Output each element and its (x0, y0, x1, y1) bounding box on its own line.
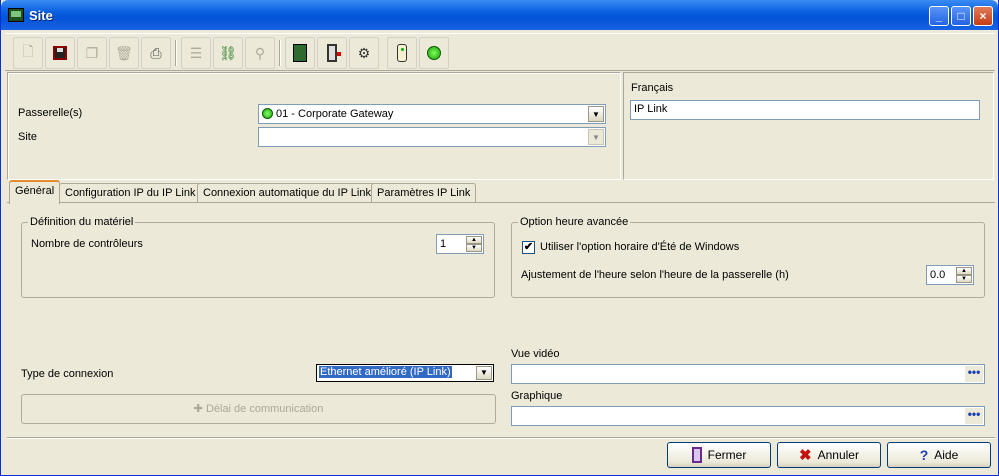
time-option-legend: Option heure avancée (518, 216, 631, 228)
cancel-icon: ✖ (799, 447, 812, 464)
gateway-label: Passerelle(s) (18, 107, 83, 119)
toolbar-separator (175, 40, 177, 66)
maximize-button[interactable]: □ (951, 6, 971, 26)
save-icon[interactable] (45, 37, 75, 69)
hardware-groupbox: Définition du matériel Nombre de contrôl… (21, 216, 495, 298)
cancel-button[interactable]: ✖ Annuler (777, 442, 881, 468)
increment-button[interactable]: ▲ (956, 267, 972, 275)
tab-auto-connection[interactable]: Connexion automatique du IP Link (197, 183, 377, 203)
decrement-button[interactable]: ▼ (466, 244, 482, 252)
help-button-label: Aide (934, 448, 959, 462)
connection-type-select[interactable]: Ethernet amélioré (IP Link) ▼ (316, 364, 494, 382)
time-adjust-stepper[interactable]: 0.0 ▲ ▼ (926, 265, 974, 285)
reader-icon[interactable] (387, 37, 417, 69)
delete-icon[interactable]: 🗑 (109, 37, 139, 69)
video-view-label: Vue vidéo (511, 348, 560, 360)
graphic-field[interactable]: ••• (511, 406, 985, 426)
door-icon[interactable] (317, 37, 347, 69)
close-button-label: Fermer (707, 448, 747, 462)
site-window: Site _ □ × 🗋 ❐ 🗑 ⎙ ☰ ⛓ ⚲ ⚙ Passerelle(s)… (0, 0, 999, 476)
site-details-panel: Passerelle(s) 01 - Corporate Gateway ▼ S… (7, 72, 621, 180)
help-icon: ? (919, 447, 929, 463)
list-icon[interactable]: ☰ (181, 37, 211, 69)
app-icon (8, 8, 24, 22)
communication-delay-label: Délai de communication (205, 403, 324, 415)
language-panel: Français IP Link (623, 72, 994, 180)
minimize-button[interactable]: _ (929, 6, 949, 26)
browse-graphic-button[interactable]: ••• (965, 408, 983, 424)
new-icon[interactable]: 🗋 (13, 37, 43, 69)
connection-type-label: Type de connexion (21, 368, 114, 380)
status-icon[interactable] (419, 37, 449, 69)
site-select[interactable]: ▼ (258, 127, 606, 147)
controller-icon[interactable] (285, 37, 315, 69)
controllers-value: 1 (440, 238, 447, 250)
browse-video-button[interactable]: ••• (965, 366, 983, 382)
window-title: Site (29, 8, 53, 23)
time-option-groupbox: Option heure avancée ✔ Utiliser l'option… (511, 216, 985, 298)
toolbar: 🗋 ❐ 🗑 ⎙ ☰ ⛓ ⚲ ⚙ (5, 33, 995, 71)
title-bar[interactable]: Site _ □ × (1, 0, 998, 30)
tab-general[interactable]: Général (9, 180, 61, 204)
chevron-down-icon[interactable]: ▼ (476, 366, 492, 380)
site-label: Site (18, 131, 37, 143)
connection-type-value: Ethernet amélioré (IP Link) (319, 366, 452, 378)
link-icon[interactable]: ⛓ (213, 37, 243, 69)
dst-checkbox[interactable]: ✔ (522, 241, 535, 254)
controllers-stepper[interactable]: 1 ▲ ▼ (436, 234, 484, 254)
copy-icon[interactable]: ❐ (77, 37, 107, 69)
door-icon (691, 447, 702, 463)
increment-button[interactable]: ▲ (466, 236, 482, 244)
chevron-down-icon[interactable]: ▼ (588, 129, 604, 145)
time-adjust-value: 0.0 (930, 269, 946, 281)
graphic-label: Graphique (511, 390, 563, 402)
close-window-button[interactable]: × (973, 6, 993, 26)
footer-divider (7, 437, 995, 439)
controllers-label: Nombre de contrôleurs (31, 238, 143, 250)
toolbar-separator (279, 40, 281, 66)
relay-icon[interactable]: ⚙ (349, 37, 379, 69)
print-icon[interactable]: ⎙ (141, 37, 171, 69)
hardware-legend: Définition du matériel (28, 216, 136, 228)
gateway-value: 01 - Corporate Gateway (276, 108, 394, 120)
language-label: Français (631, 82, 674, 94)
close-button[interactable]: Fermer (667, 442, 771, 468)
dst-label: Utiliser l'option horaire d'Été de Windo… (540, 241, 740, 253)
cancel-button-label: Annuler (817, 448, 859, 462)
time-adjust-label: Ajustement de l'heure selon l'heure de l… (521, 269, 789, 281)
chevron-down-icon[interactable]: ▼ (588, 106, 604, 122)
language-name-field[interactable]: IP Link (630, 100, 980, 120)
decrement-button[interactable]: ▼ (956, 275, 972, 283)
find-icon[interactable]: ⚲ (245, 37, 275, 69)
tab-ip-link-parameters[interactable]: Paramètres IP Link (371, 183, 477, 203)
communication-delay-button[interactable]: ✚ Délai de communication (21, 394, 496, 424)
gateway-status-icon (262, 108, 273, 119)
plus-icon: ✚ (193, 403, 203, 415)
tab-ip-configuration[interactable]: Configuration IP du IP Link (59, 183, 202, 203)
video-view-field[interactable]: ••• (511, 364, 985, 384)
gateway-select[interactable]: 01 - Corporate Gateway ▼ (258, 104, 606, 124)
help-button[interactable]: ? Aide (887, 442, 991, 468)
